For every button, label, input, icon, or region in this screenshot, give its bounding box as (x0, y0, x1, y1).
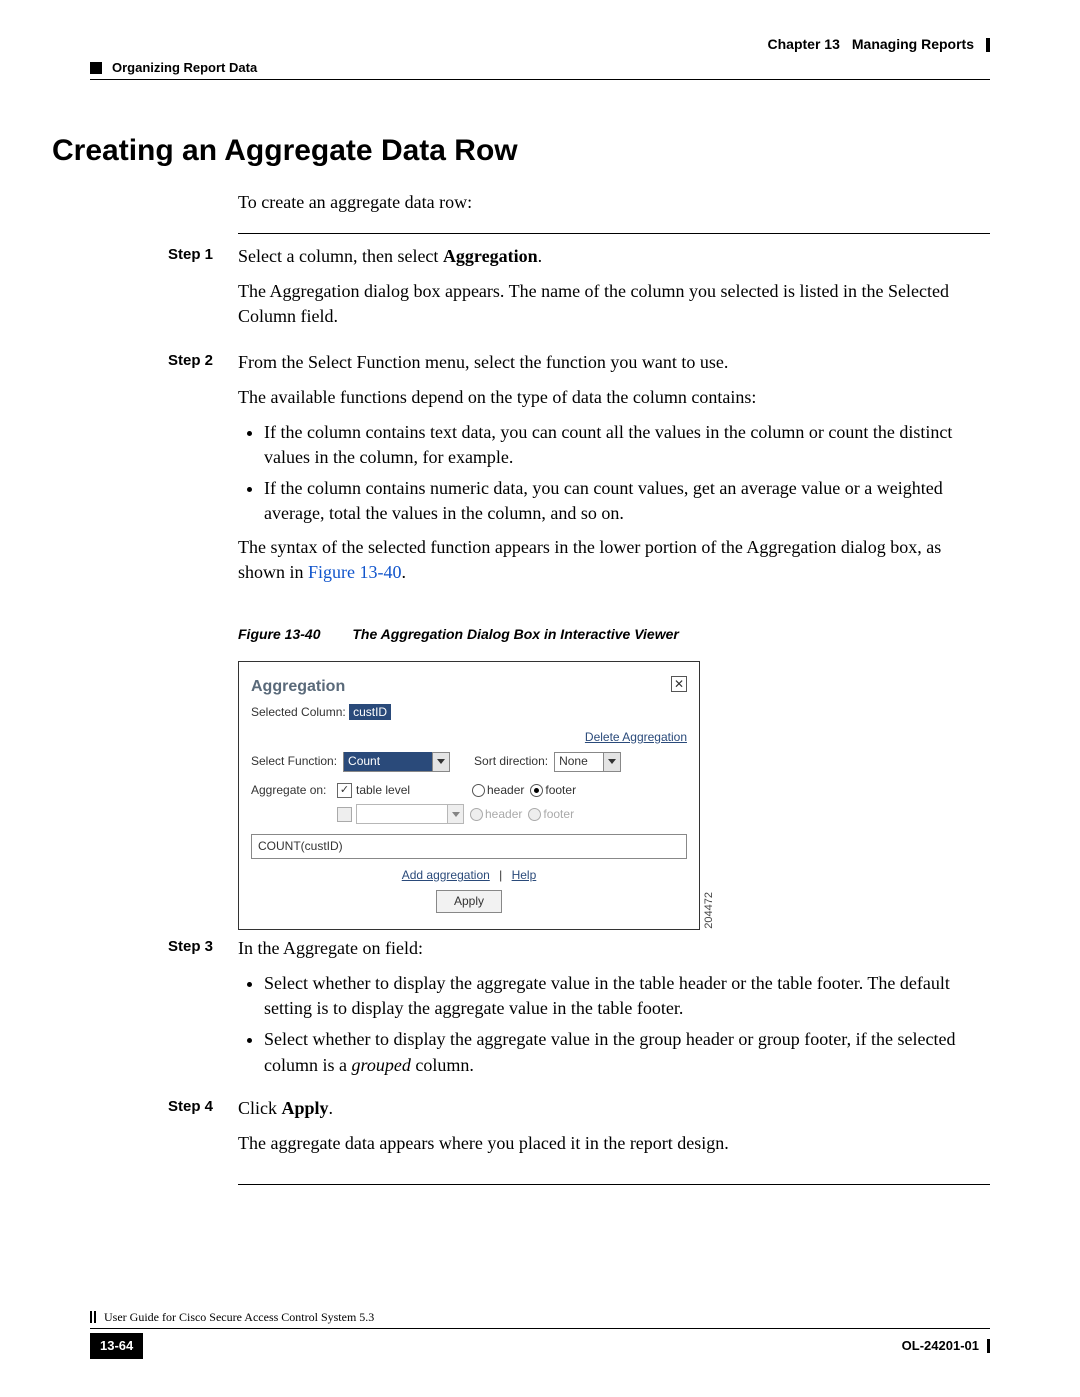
header-rule-icon (986, 38, 990, 52)
sort-direction-dropdown[interactable]: None (554, 752, 621, 772)
chevron-down-icon[interactable] (447, 805, 463, 823)
header-separator (90, 79, 990, 80)
step1-line2: The Aggregation dialog box appears. The … (238, 279, 990, 329)
chapter-header: Chapter 13 Managing Reports (90, 35, 990, 55)
figure-reference-link[interactable]: Figure 13-40 (308, 562, 402, 582)
group-footer-radio (528, 808, 541, 821)
step3-bullet2: Select whether to display the aggregate … (264, 1027, 990, 1077)
step4-line1: Click Apply. (238, 1096, 990, 1121)
step1-line1: Select a column, then select Aggregation… (238, 244, 990, 269)
group-header-radio (470, 808, 483, 821)
square-bullet-icon (90, 62, 102, 74)
dialog-title: Aggregation (251, 676, 345, 698)
selected-column-row: Selected Column: custID (251, 704, 687, 721)
apply-button[interactable]: Apply (436, 890, 502, 913)
table-level-checkbox[interactable]: ✓ (337, 783, 352, 798)
document-id: OL-24201-01 (902, 1337, 979, 1355)
guide-title: User Guide for Cisco Secure Access Contr… (104, 1309, 374, 1326)
step3-bullet1: Select whether to display the aggregate … (264, 971, 990, 1021)
step2-bullet1: If the column contains text data, you ca… (264, 420, 990, 470)
step2-line2: The available functions depend on the ty… (238, 385, 990, 410)
group-dropdown[interactable] (356, 804, 464, 824)
step2-line1: From the Select Function menu, select th… (238, 350, 990, 375)
step4-label: Step 4 (168, 1096, 238, 1166)
step3-line1: In the Aggregate on field: (238, 936, 990, 961)
table-header-radio[interactable] (472, 784, 485, 797)
figure-caption: Figure 13-40 The Aggregation Dialog Box … (238, 625, 990, 645)
aggregate-on-label: Aggregate on: (251, 782, 331, 799)
chapter-number: Chapter 13 (768, 35, 840, 55)
chevron-down-icon[interactable] (432, 753, 449, 771)
section-title: Organizing Report Data (112, 59, 257, 77)
delete-aggregation-link[interactable]: Delete Aggregation (585, 730, 687, 744)
intro-text: To create an aggregate data row: (238, 190, 990, 215)
step2-bullet2: If the column contains numeric data, you… (264, 476, 990, 526)
chapter-title: Managing Reports (852, 35, 974, 55)
figure-number: Figure 13-40 (238, 626, 320, 642)
step4-line2: The aggregate data appears where you pla… (238, 1131, 990, 1156)
table-footer-radio[interactable] (530, 784, 543, 797)
step2-label: Step 2 (168, 350, 238, 596)
help-link[interactable]: Help (512, 868, 537, 882)
figure-title: The Aggregation Dialog Box in Interactiv… (352, 626, 678, 642)
aggregation-dialog: 204472 Aggregation ✕ Selected Column: cu… (238, 661, 700, 930)
footer-rule-icon (987, 1339, 990, 1353)
step3-label: Step 3 (168, 936, 238, 1086)
step1-label: Step 1 (168, 244, 238, 340)
syntax-preview: COUNT(custID) (251, 834, 687, 859)
steps-top-rule (238, 233, 990, 234)
close-icon[interactable]: ✕ (671, 676, 687, 692)
add-aggregation-link[interactable]: Add aggregation (402, 868, 490, 882)
page-number-badge: 13-64 (90, 1333, 143, 1359)
group-level-checkbox[interactable] (337, 807, 352, 822)
steps-bottom-rule (238, 1184, 990, 1185)
sort-direction-label: Sort direction: (474, 753, 548, 770)
select-function-label: Select Function: (251, 753, 337, 770)
figure-id-label: 204472 (702, 892, 717, 929)
selected-column-value: custID (349, 704, 391, 720)
chevron-down-icon[interactable] (603, 753, 620, 771)
page-title: Creating an Aggregate Data Row (52, 130, 990, 172)
step2-line3: The syntax of the selected function appe… (238, 535, 990, 585)
table-level-label: table level (356, 782, 466, 799)
select-function-dropdown[interactable]: Count (343, 752, 450, 772)
page-footer: User Guide for Cisco Secure Access Contr… (90, 1309, 990, 1359)
